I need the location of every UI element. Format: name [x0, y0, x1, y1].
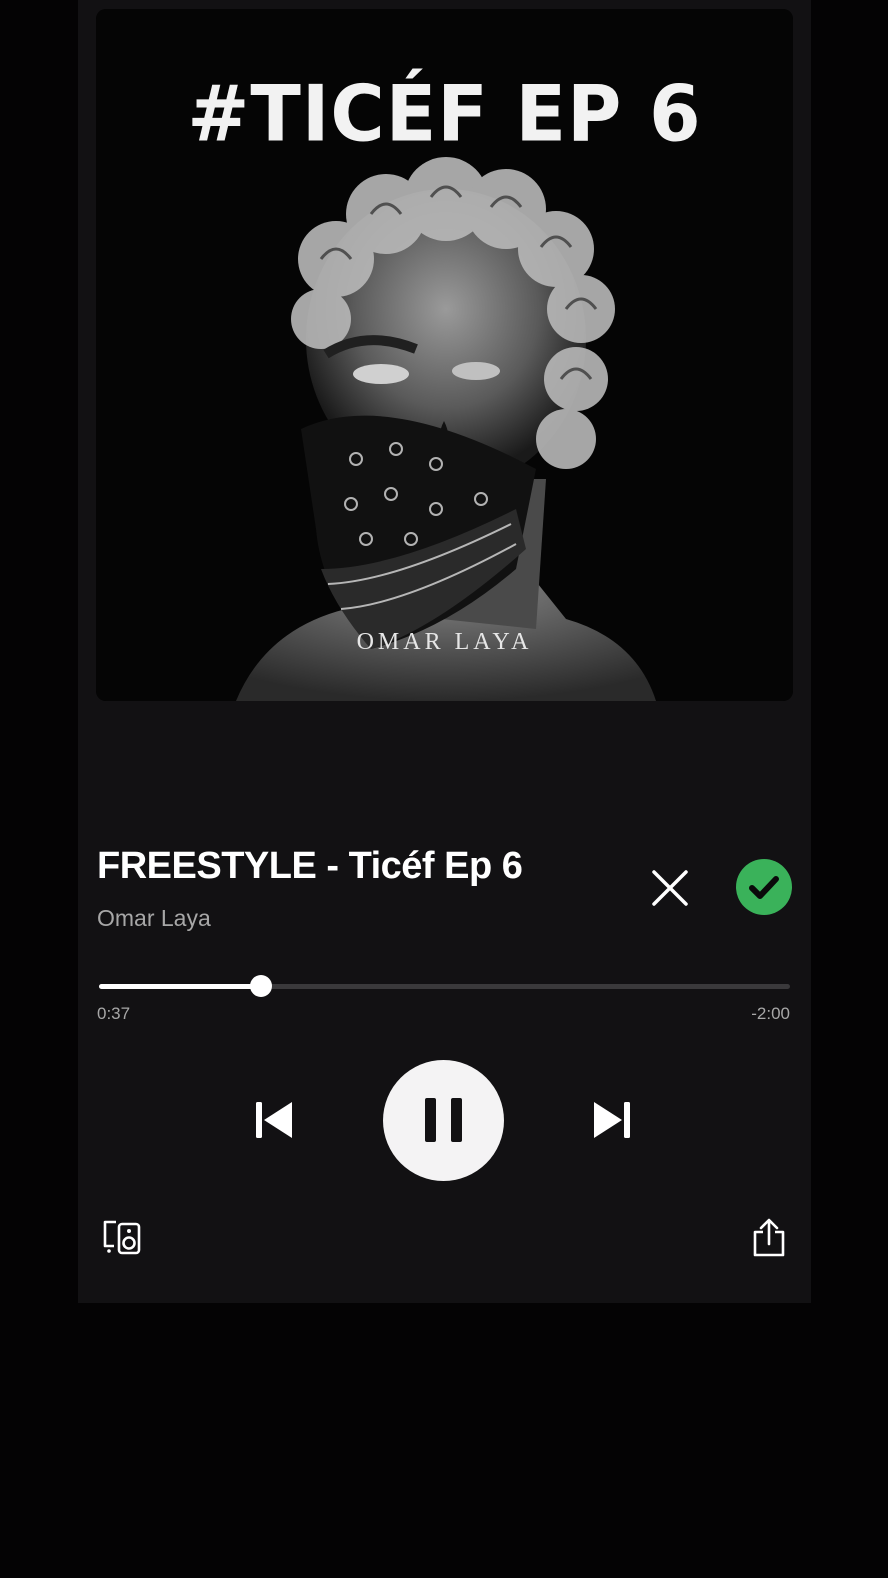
- share-button[interactable]: [751, 1218, 787, 1258]
- elapsed-time: 0:37: [97, 1004, 131, 1023]
- skip-previous-icon: [256, 1102, 292, 1138]
- skip-next-icon: [594, 1102, 630, 1138]
- saved-to-library-button[interactable]: [736, 859, 792, 915]
- track-artist-link[interactable]: Omar Laya: [97, 905, 211, 932]
- pause-icon: [425, 1098, 462, 1142]
- previous-track-button[interactable]: [254, 1098, 294, 1142]
- artwork-artist-text: OMAR LAYA: [356, 629, 533, 655]
- share-icon: [753, 1218, 785, 1257]
- next-track-button[interactable]: [592, 1098, 632, 1142]
- connect-device-button[interactable]: [102, 1220, 142, 1256]
- pause-button[interactable]: [383, 1060, 504, 1181]
- progress-bar-thumb[interactable]: [250, 975, 273, 997]
- progress-bar[interactable]: [99, 975, 790, 997]
- progress-bar-fill: [99, 984, 262, 989]
- close-icon: [652, 870, 688, 906]
- artwork-title-text: #TICÉF EP 6: [187, 68, 702, 160]
- dismiss-button[interactable]: [648, 866, 692, 910]
- now-playing-screen: #TICÉF EP 6 OMAR LAYA FREESTYLE - Ticéf …: [78, 0, 811, 1303]
- remaining-time: -2:00: [751, 1004, 790, 1023]
- check-icon: [749, 876, 779, 899]
- album-artwork: #TICÉF EP 6 OMAR LAYA: [96, 9, 793, 701]
- track-title: FREESTYLE - Ticéf Ep 6: [97, 845, 523, 887]
- connect-device-icon: [103, 1220, 141, 1255]
